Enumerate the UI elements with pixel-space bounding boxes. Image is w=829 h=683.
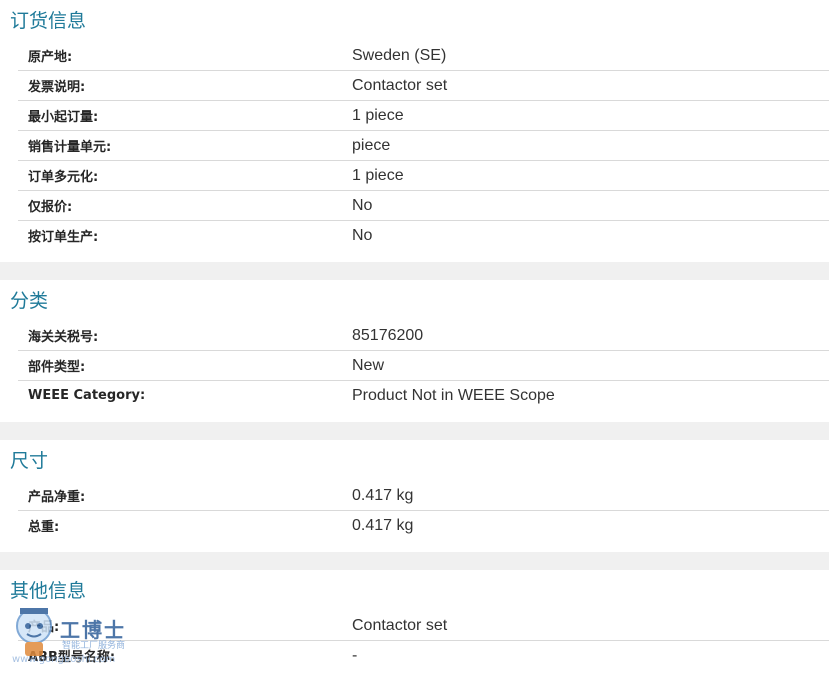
spec-value: Contactor set xyxy=(352,76,448,94)
spec-value: No xyxy=(352,226,373,244)
spec-value: No xyxy=(352,196,373,214)
spec-label: 按订单生产: xyxy=(28,230,99,245)
spec-value: 1 piece xyxy=(352,166,404,184)
spec-label: 产品净重: xyxy=(28,490,86,505)
section-divider xyxy=(0,422,829,440)
spec-value: piece xyxy=(352,136,391,154)
spec-row: ABB型号名称: - xyxy=(18,641,829,670)
spec-label: 仅报价: xyxy=(28,200,73,215)
spec-row: 总重: 0.417 kg xyxy=(18,511,829,540)
spec-row: 仅报价: No xyxy=(18,191,829,221)
spec-label: 订单多元化: xyxy=(28,170,99,185)
spec-row: 海关关税号: 85176200 xyxy=(18,321,829,351)
spec-row: 最小起订量: 1 piece xyxy=(18,101,829,131)
spec-row: 产品净重: 0.417 kg xyxy=(18,481,829,511)
dimensions-section: 尺寸 产品净重: 0.417 kg 总重: 0.417 kg xyxy=(0,440,829,552)
section-divider xyxy=(0,262,829,280)
ordering-info-section: 订货信息 原产地: Sweden (SE) 发票说明: Contactor set … xyxy=(0,0,829,262)
spec-value: 0.417 kg xyxy=(352,486,414,504)
spec-label: ABB型号名称: xyxy=(28,650,116,665)
spec-label: 发票说明: xyxy=(28,80,86,95)
other-info-section: 其他信息 产品: Contactor set ABB型号名称: - xyxy=(0,570,829,683)
spec-row: 部件类型: New xyxy=(18,351,829,381)
spec-value: - xyxy=(352,646,358,664)
section-title-classification: 分类 xyxy=(10,290,49,312)
spec-value: Contactor set xyxy=(352,616,448,634)
spec-label: 总重: xyxy=(28,520,60,535)
spec-row: 按订单生产: No xyxy=(18,221,829,250)
spec-label: 销售计量单元: xyxy=(28,140,112,155)
spec-value: Product Not in WEEE Scope xyxy=(352,386,555,404)
spec-row: 发票说明: Contactor set xyxy=(18,71,829,101)
spec-value: 0.417 kg xyxy=(352,516,414,534)
spec-label: 部件类型: xyxy=(28,360,86,375)
classification-section: 分类 海关关税号: 85176200 部件类型: New WEEE Category… xyxy=(0,280,829,422)
spec-label: 产品: xyxy=(28,620,60,635)
spec-value: New xyxy=(352,356,385,374)
spec-row: WEEE Category: Product Not in WEEE Scope xyxy=(18,381,829,410)
spec-value: 1 piece xyxy=(352,106,404,124)
section-title-other: 其他信息 xyxy=(10,580,87,602)
section-title-ordering: 订货信息 xyxy=(10,10,87,32)
spec-label: 海关关税号: xyxy=(28,330,99,345)
spec-row: 订单多元化: 1 piece xyxy=(18,161,829,191)
spec-label: 最小起订量: xyxy=(28,110,99,125)
spec-row: 产品: Contactor set xyxy=(18,611,829,641)
spec-value: 85176200 xyxy=(352,326,424,344)
spec-label: WEEE Category: xyxy=(28,388,146,403)
section-title-dimensions: 尺寸 xyxy=(10,450,49,472)
spec-row: 销售计量单元: piece xyxy=(18,131,829,161)
spec-value: Sweden (SE) xyxy=(352,46,447,64)
spec-row: 原产地: Sweden (SE) xyxy=(18,41,829,71)
section-divider xyxy=(0,552,829,570)
spec-label: 原产地: xyxy=(28,50,73,65)
